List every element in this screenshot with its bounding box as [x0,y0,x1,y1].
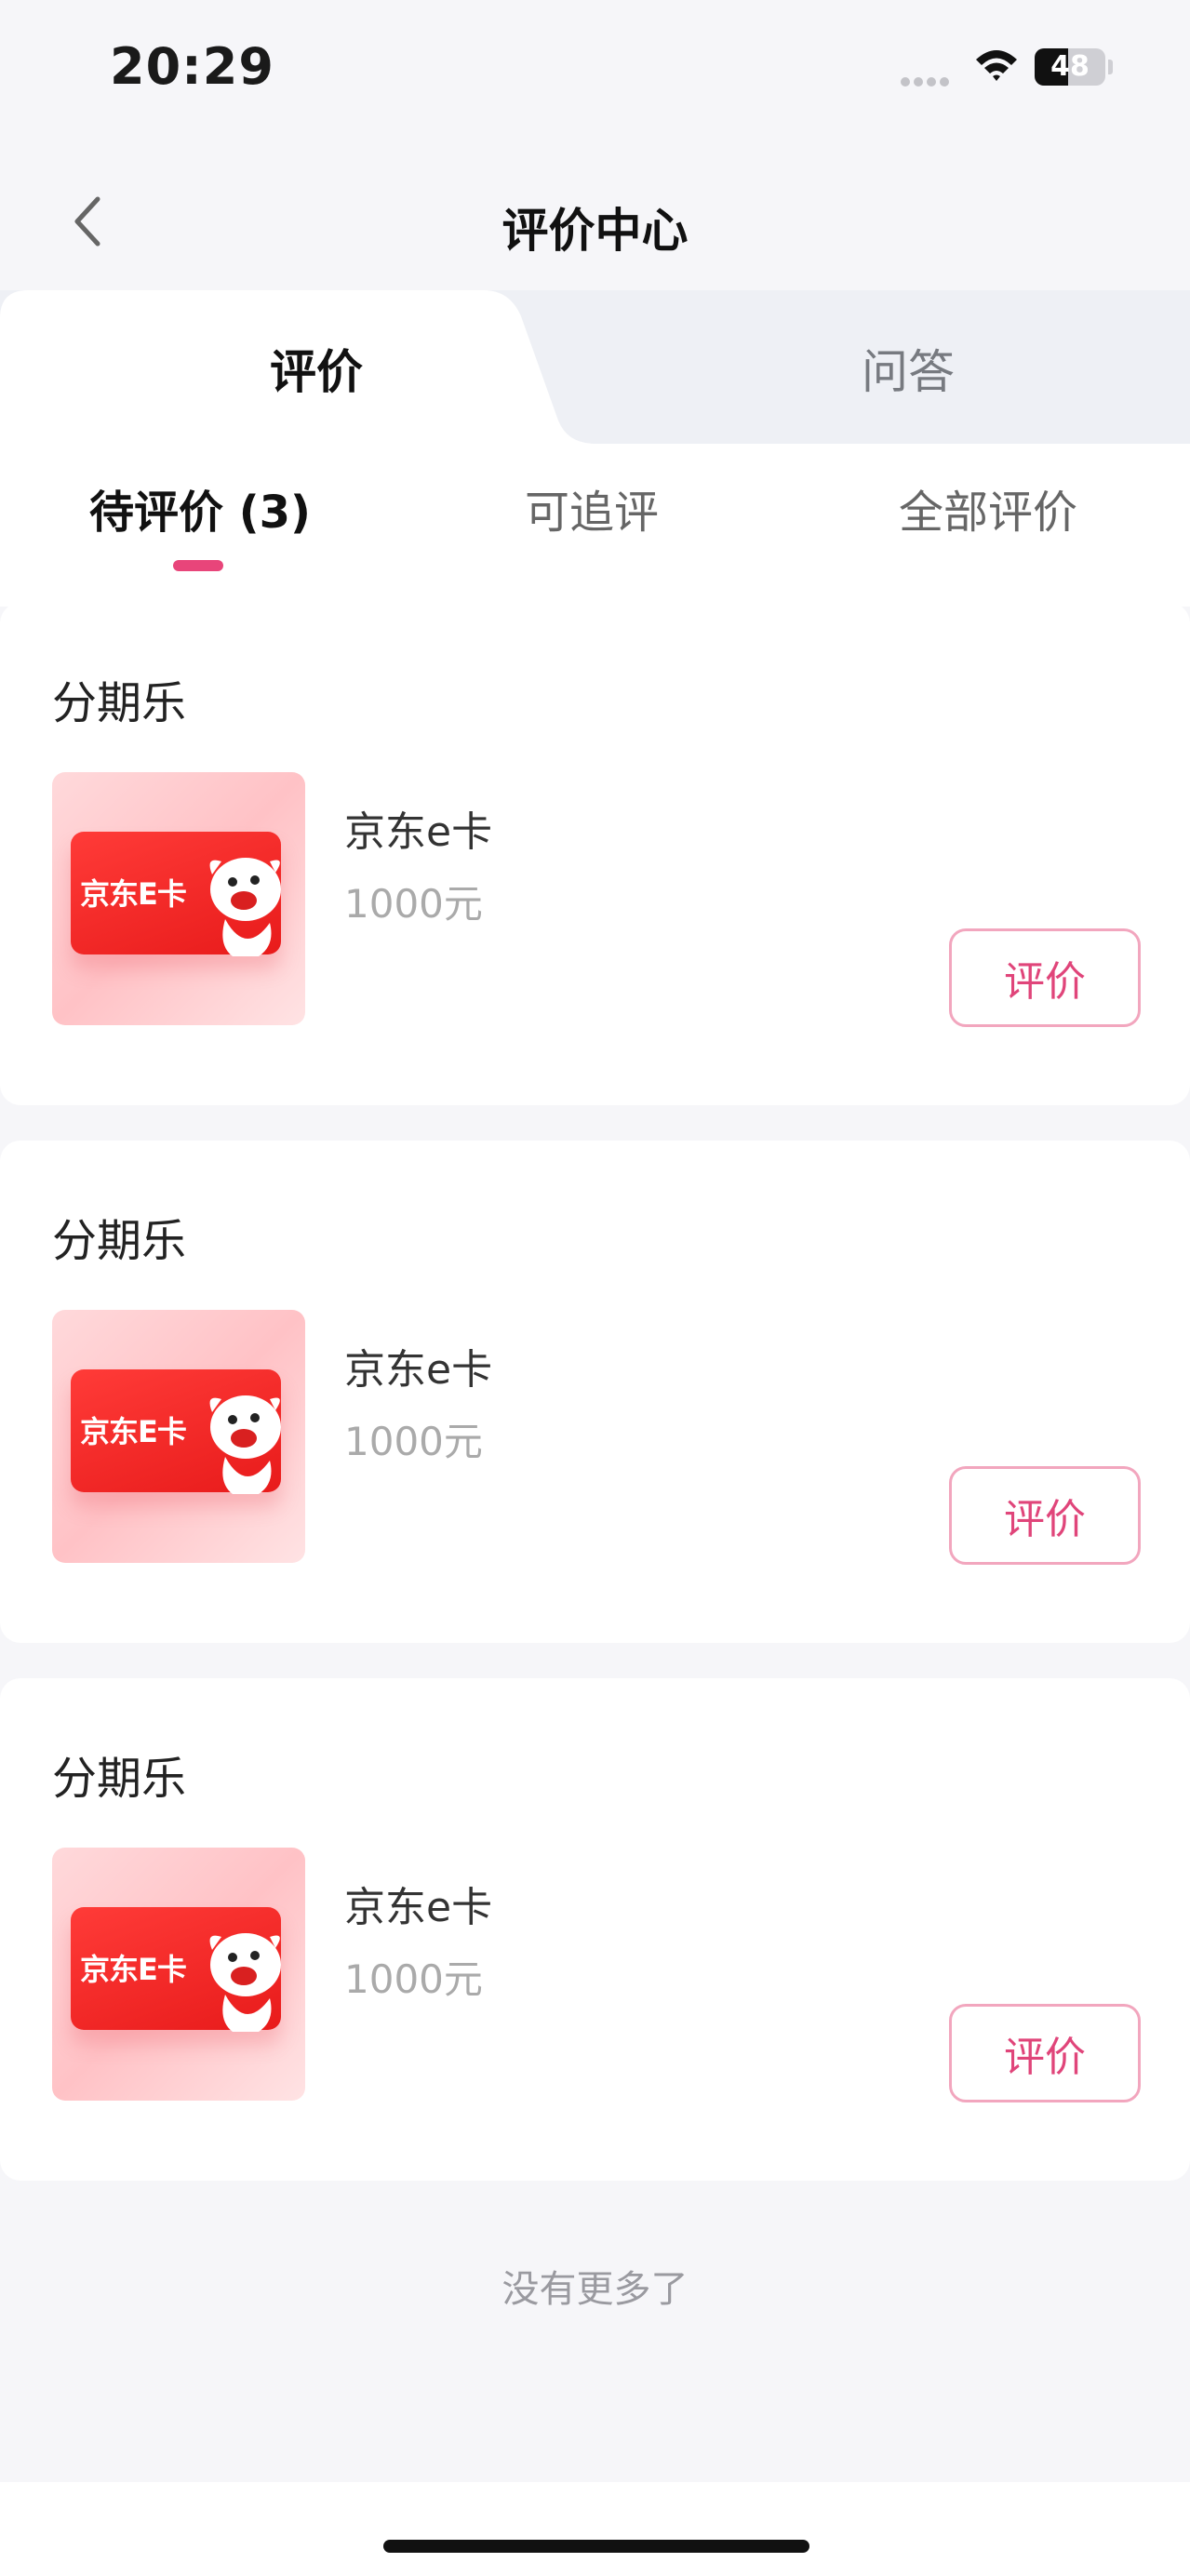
battery-icon: 48 [1035,48,1115,86]
order-card: 分期乐 京东E卡 京东e卡 1000元 评价 [0,1678,1190,2181]
tab-qa[interactable]: 问答 [862,335,955,402]
active-tab-background [0,290,595,444]
dog-mascot-icon [209,1933,281,2032]
product-price: 1000元 [344,1419,483,1464]
tab-reviews[interactable]: 评价 [270,335,363,402]
sub-tab-bar: 待评价 (3) 可追评 全部评价 [0,444,1190,607]
product-name: 京东e卡 [344,808,493,856]
battery-percent: 48 [1050,50,1090,83]
subtab-follow-up-review[interactable]: 可追评 [525,475,659,541]
review-button[interactable]: 评价 [949,2004,1141,2102]
page-title: 评价中心 [501,204,689,258]
product-price: 1000元 [344,1956,483,2002]
subtab-pending-review[interactable]: 待评价 (3) [89,475,311,541]
dog-mascot-icon [209,1395,281,1494]
wifi-icon [973,47,1020,84]
status-time: 20:29 [110,37,274,96]
ecard-logo-text: 京东E卡 [80,1414,187,1449]
ecard-logo-text: 京东E卡 [80,1952,187,1987]
active-subtab-indicator [173,560,223,571]
ecard-logo-text: 京东E卡 [80,876,187,912]
no-more-text: 没有更多了 [501,2268,689,2311]
shop-name: 分期乐 [52,1753,187,1805]
product-price: 1000元 [344,881,483,927]
review-button[interactable]: 评价 [949,1466,1141,1565]
order-card: 分期乐 京东E卡 京东e卡 1000元 评价 [0,603,1190,1105]
shop-name: 分期乐 [52,1215,187,1267]
dog-mascot-icon [209,858,281,956]
jd-ecard-image: 京东E卡 [71,832,281,956]
review-button[interactable]: 评价 [949,928,1141,1027]
product-name: 京东e卡 [344,1884,493,1931]
product-name: 京东e卡 [344,1346,493,1394]
cellular-signal-icon [901,73,955,87]
product-thumbnail[interactable]: 京东E卡 [52,772,305,1025]
order-card: 分期乐 京东E卡 京东e卡 1000元 评价 [0,1141,1190,1643]
jd-ecard-image: 京东E卡 [71,1907,281,2032]
bottom-safe-area [0,2482,1190,2576]
subtab-all-reviews[interactable]: 全部评价 [899,475,1077,541]
home-indicator[interactable] [383,2540,809,2553]
product-thumbnail[interactable]: 京东E卡 [52,1848,305,2101]
product-thumbnail[interactable]: 京东E卡 [52,1310,305,1563]
jd-ecard-image: 京东E卡 [71,1369,281,1494]
top-tab-bar: 评价 问答 [0,290,1190,444]
shop-name: 分期乐 [52,677,187,729]
